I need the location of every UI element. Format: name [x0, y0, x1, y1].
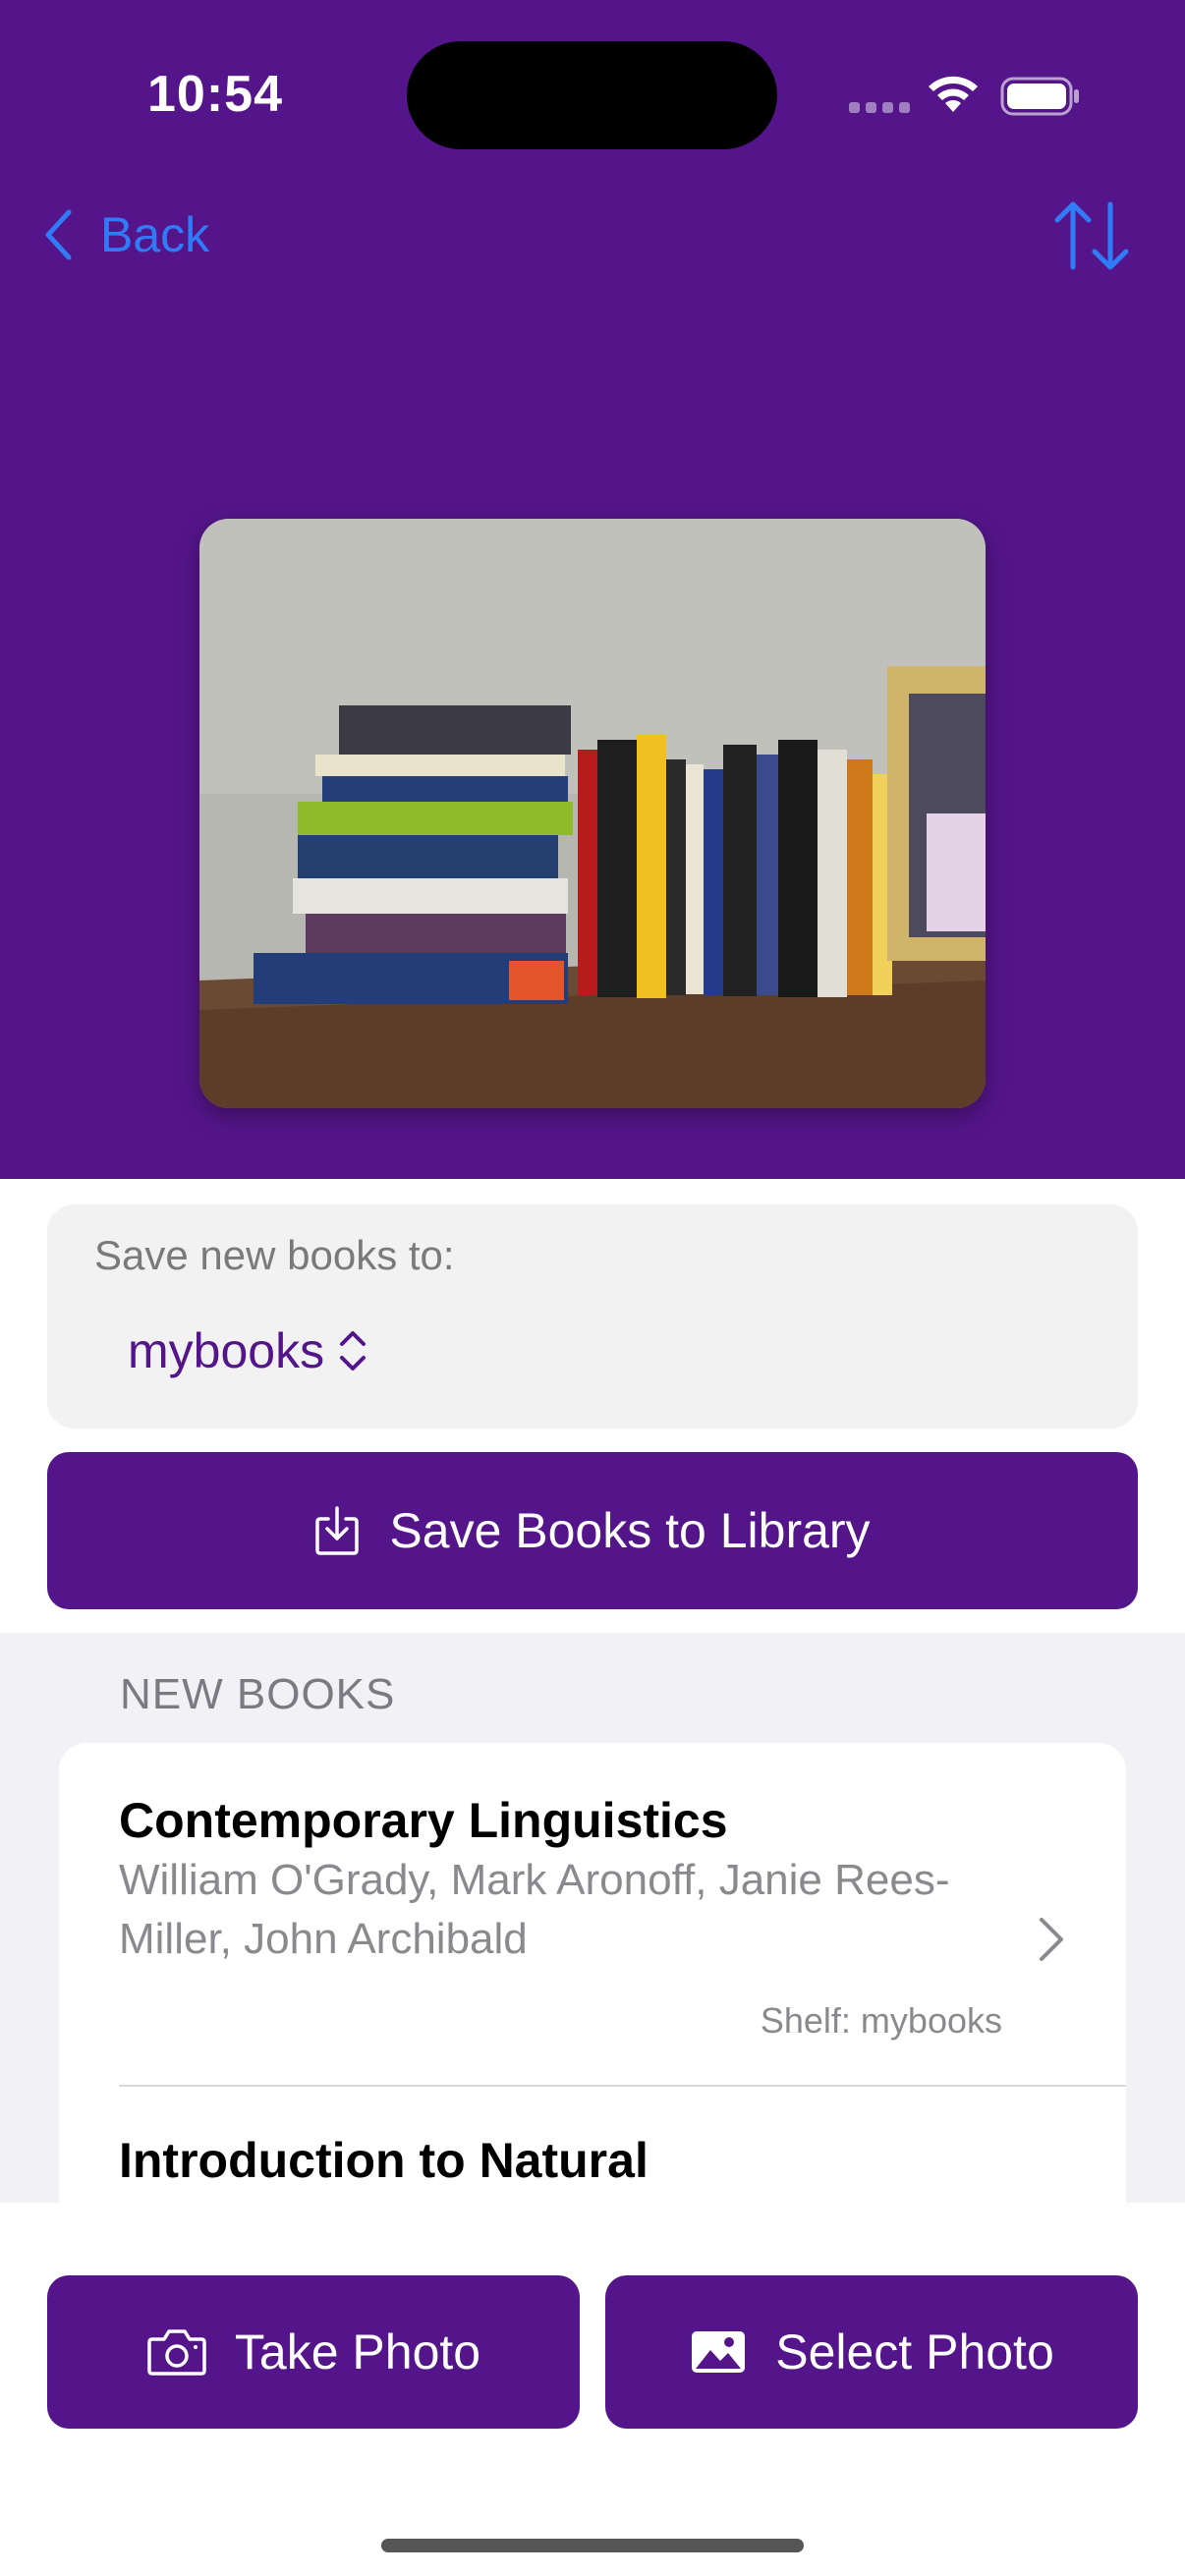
take-photo-label: Take Photo — [234, 2324, 481, 2380]
cellular-signal-icon — [849, 102, 910, 116]
library-picker-value: mybooks — [128, 1323, 325, 1378]
back-button-label: Back — [100, 207, 210, 262]
book-title: Contemporary Linguistics — [119, 1793, 728, 1848]
chevron-up-down-icon — [340, 1331, 367, 1371]
select-photo-label: Select Photo — [775, 2324, 1054, 2380]
photo-icon — [692, 2331, 746, 2373]
header-background: 10:54 Back — [0, 0, 1185, 1179]
book-title[interactable]: Introduction to Natural — [119, 2132, 649, 2189]
download-tray-icon — [315, 1506, 360, 1555]
library-picker[interactable]: mybooks — [128, 1322, 367, 1379]
status-bar: 10:54 — [0, 0, 1185, 196]
new-books-header: NEW BOOKS — [120, 1670, 396, 1718]
chevron-left-icon — [45, 209, 72, 260]
select-photo-button[interactable]: Select Photo — [605, 2275, 1138, 2429]
chevron-right-icon — [1040, 1918, 1063, 1961]
save-books-button[interactable]: Save Books to Library — [47, 1452, 1138, 1609]
sort-arrows-icon[interactable] — [1051, 196, 1132, 275]
back-button[interactable]: Back — [43, 200, 209, 269]
dynamic-island — [407, 41, 777, 149]
new-books-list: Contemporary Linguistics William O'Grady… — [59, 1743, 1126, 2205]
status-time: 10:54 — [147, 66, 283, 123]
save-destination-card: Save new books to: mybooks — [47, 1204, 1138, 1428]
row-divider — [119, 2085, 1126, 2087]
take-photo-button[interactable]: Take Photo — [47, 2275, 580, 2429]
save-books-button-label: Save Books to Library — [389, 1503, 871, 1558]
list-item[interactable]: Contemporary Linguistics William O'Grady… — [59, 1743, 1126, 2085]
camera-icon — [147, 2329, 206, 2376]
bottom-toolbar: Take Photo Select Photo — [0, 2203, 1185, 2576]
home-indicator — [381, 2539, 804, 2552]
save-destination-label: Save new books to: — [94, 1232, 455, 1278]
app-screen: 10:54 Back Save new books to: mybooks Sa… — [0, 0, 1185, 2576]
navigation-bar: Back — [0, 187, 1185, 285]
wifi-icon — [929, 76, 978, 112]
book-shelf: Shelf: mybooks — [760, 2000, 1002, 2041]
bookshelf-photo — [199, 519, 986, 1108]
battery-icon — [1000, 77, 1079, 116]
book-authors: William O'Grady, Mark Aronoff, Janie Ree… — [119, 1856, 950, 1963]
